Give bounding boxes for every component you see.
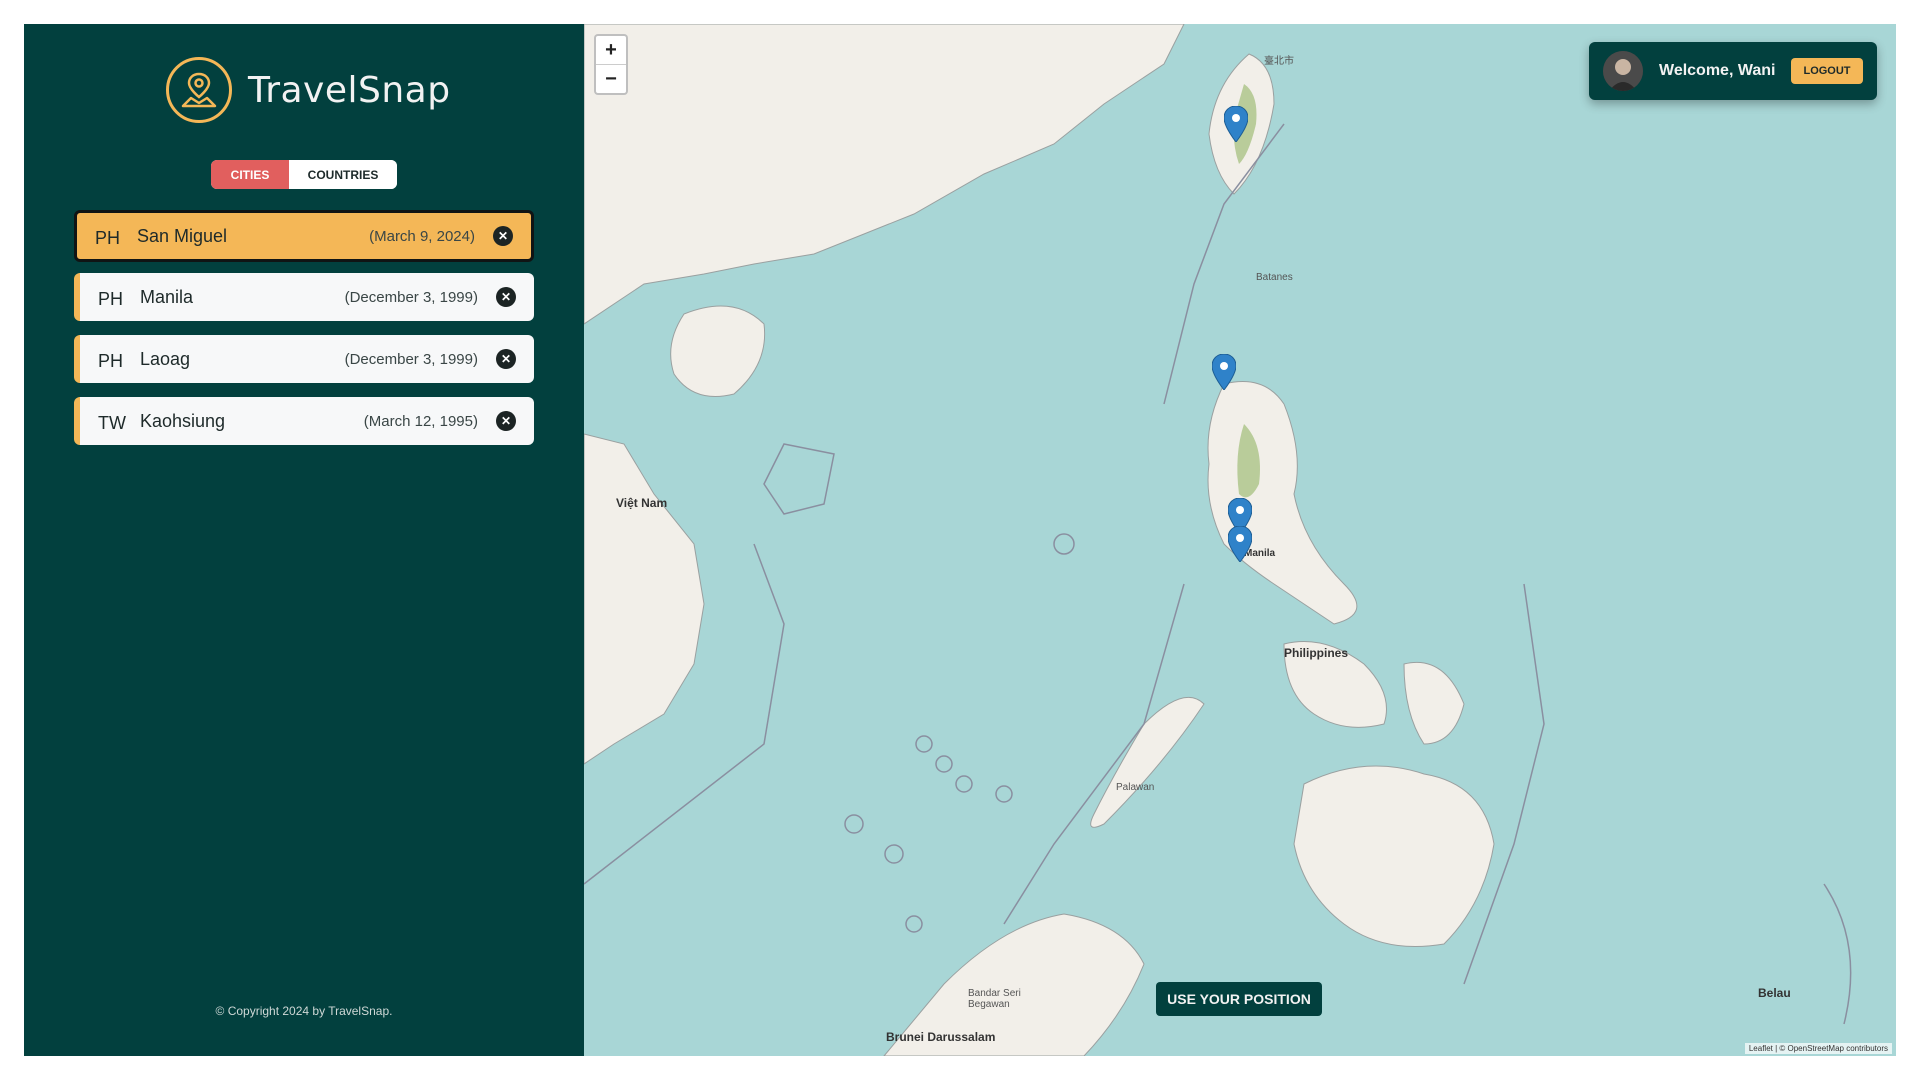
map-label-bandar: Bandar Seri Begawan [968, 988, 1021, 1010]
tab-cities[interactable]: CITIES [211, 160, 289, 189]
welcome-text: Welcome, Wani [1659, 62, 1776, 79]
map-label-brunei: Brunei Darussalam [886, 1030, 996, 1044]
country-code: PH [98, 288, 124, 309]
country-code: TW [98, 412, 126, 433]
sidebar: TravelSnap CITIES COUNTRIES PH San Migue… [24, 24, 584, 1056]
city-list: PH San Miguel (March 9, 2024) ✕ PH Manil… [74, 210, 534, 459]
zoom-out-button[interactable]: − [596, 64, 626, 93]
map-label-belau: Belau [1758, 986, 1791, 1000]
map-label-viet-nam: Việt Nam [616, 496, 668, 510]
zoom-control: + − [594, 34, 628, 95]
map-label-palawan: Palawan [1116, 782, 1155, 793]
map-attribution[interactable]: Leaflet | © OpenStreetMap contributors [1744, 1043, 1892, 1054]
city-item[interactable]: PH Laoag (December 3, 1999) ✕ [74, 335, 534, 383]
map-label-philippines: Philippines [1284, 646, 1349, 660]
remove-city-button[interactable]: ✕ [496, 411, 516, 431]
app-name: TravelSnap [248, 69, 451, 111]
tab-countries[interactable]: COUNTRIES [289, 160, 397, 189]
map-view[interactable]: + − 臺北市 Batanes Việt Nam Manila Philippi… [584, 24, 1896, 1056]
city-name: San Miguel [137, 225, 228, 246]
avatar [1603, 51, 1643, 91]
city-name: Laoag [140, 348, 191, 369]
user-panel: Welcome, Wani LOGOUT [1589, 42, 1877, 100]
city-name: Kaohsiung [140, 410, 226, 431]
country-code: PH [98, 350, 124, 371]
map-marker-kaohsiung[interactable] [1223, 105, 1249, 143]
country-code: PH [95, 227, 121, 248]
city-date: (December 3, 1999) [344, 288, 478, 306]
city-item[interactable]: TW Kaohsiung (March 12, 1995) ✕ [74, 397, 534, 445]
city-name: Manila [140, 286, 194, 307]
city-date: (December 3, 1999) [344, 350, 478, 368]
zoom-in-button[interactable]: + [596, 36, 626, 64]
app-logo[interactable]: TravelSnap [166, 53, 451, 127]
city-item[interactable]: PH Manila (December 3, 1999) ✕ [74, 273, 534, 321]
remove-city-button[interactable]: ✕ [496, 349, 516, 369]
logout-button[interactable]: LOGOUT [1791, 58, 1863, 84]
use-position-button[interactable]: USE YOUR POSITION [1156, 982, 1322, 1016]
map-label-batanes: Batanes [1256, 272, 1293, 283]
city-date: (March 12, 1995) [363, 412, 478, 430]
app-root: TravelSnap CITIES COUNTRIES PH San Migue… [24, 24, 1896, 1056]
map-marker-manila[interactable] [1227, 525, 1253, 563]
view-tabs: CITIES COUNTRIES [211, 160, 397, 189]
city-item[interactable]: PH San Miguel (March 9, 2024) ✕ [74, 210, 534, 262]
remove-city-button[interactable]: ✕ [496, 287, 516, 307]
map-marker-laoag[interactable] [1211, 353, 1237, 391]
city-date: (March 9, 2024) [369, 227, 475, 245]
remove-city-button[interactable]: ✕ [493, 226, 513, 246]
map-pin-icon [166, 57, 232, 123]
map-label-taipei: 臺北市 [1264, 56, 1294, 67]
copyright-text: © Copyright 2024 by TravelSnap. [215, 1004, 393, 1018]
